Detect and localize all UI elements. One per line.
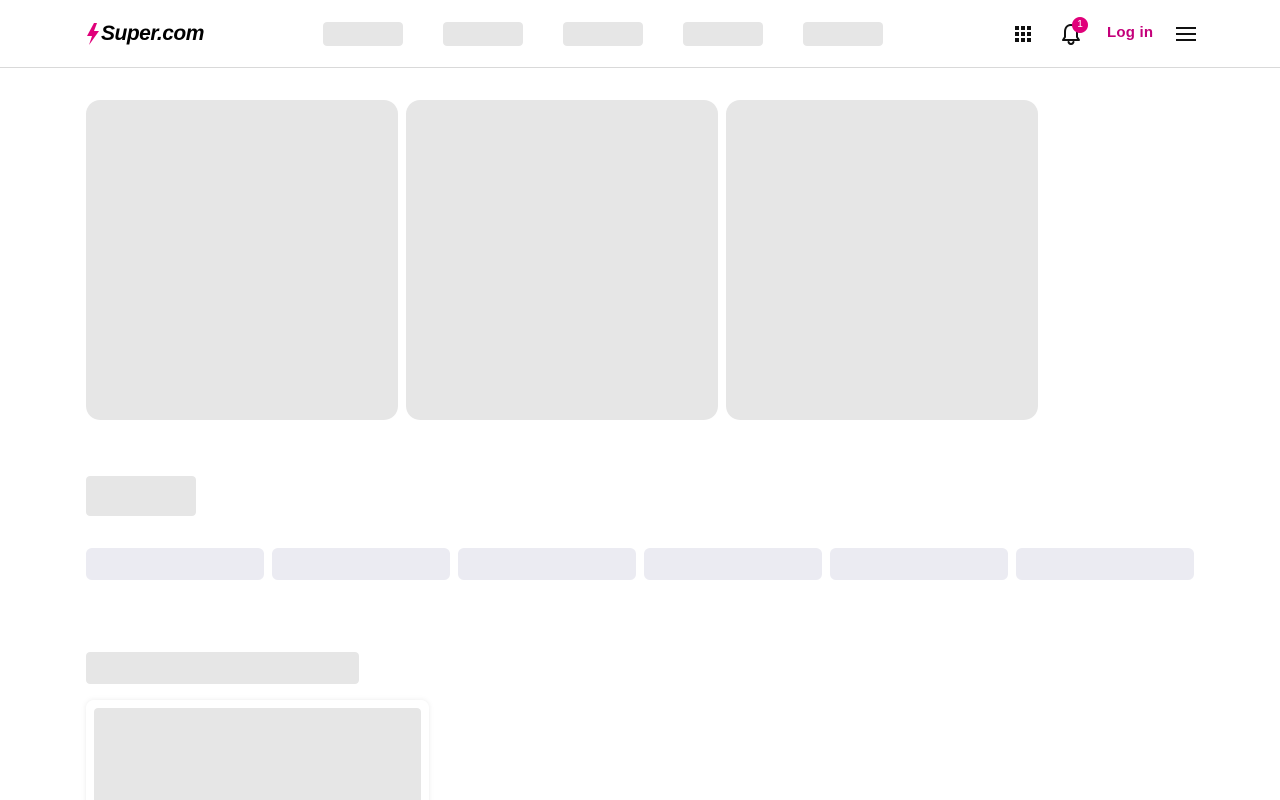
nav-item-placeholder bbox=[803, 22, 883, 46]
nav-item-placeholder bbox=[683, 22, 763, 46]
notification-badge: 1 bbox=[1072, 17, 1088, 33]
filter-chip-placeholder bbox=[458, 548, 636, 580]
nav-item-placeholder bbox=[443, 22, 523, 46]
login-link[interactable]: Log in bbox=[1107, 24, 1153, 41]
offer-card-placeholder bbox=[86, 700, 429, 800]
apps-grid-icon[interactable] bbox=[1013, 24, 1033, 44]
section-subtitle-placeholder bbox=[86, 652, 359, 684]
filter-chip-placeholder bbox=[1016, 548, 1194, 580]
filter-chip-placeholder bbox=[86, 548, 264, 580]
nav-item-placeholder bbox=[563, 22, 643, 46]
hamburger-menu-icon[interactable] bbox=[1176, 26, 1196, 42]
filter-chip-placeholder bbox=[644, 548, 822, 580]
nav-item-placeholder bbox=[323, 22, 403, 46]
filter-chip-placeholder bbox=[830, 548, 1008, 580]
hero-card-placeholder bbox=[406, 100, 718, 420]
logo-text: Super.com bbox=[101, 22, 204, 45]
offer-card-image-placeholder bbox=[94, 708, 421, 800]
hero-card-placeholder bbox=[726, 100, 1038, 420]
super-logo[interactable]: Super.com bbox=[86, 22, 204, 46]
bolt-icon bbox=[87, 23, 99, 45]
section-title-placeholder bbox=[86, 476, 196, 516]
filter-chip-placeholder bbox=[272, 548, 450, 580]
hero-card-placeholder bbox=[86, 100, 398, 420]
site-header: Super.com 1 Log in bbox=[0, 0, 1280, 68]
